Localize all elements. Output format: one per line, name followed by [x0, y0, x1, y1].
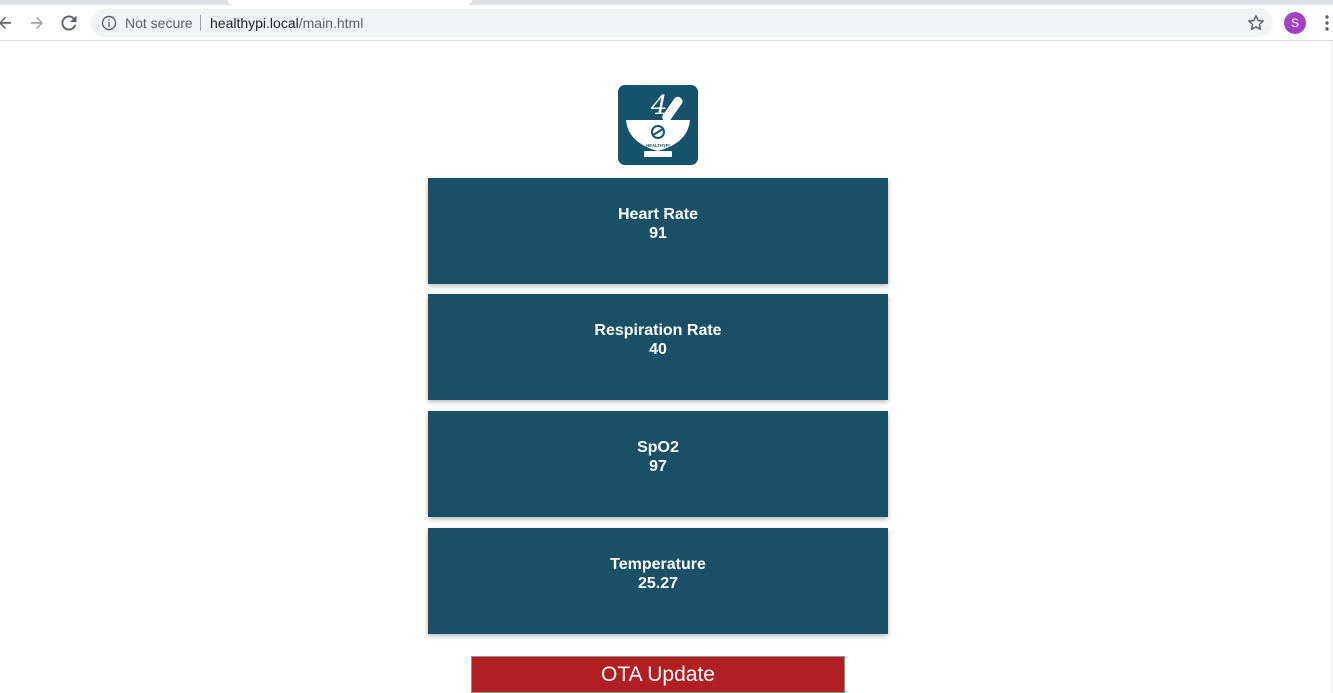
info-icon[interactable] — [101, 15, 117, 31]
logo-number: 4 — [650, 91, 668, 121]
spo2-label: SpO2 — [637, 439, 679, 456]
respiration-rate-label: Respiration Rate — [594, 322, 722, 339]
reload-icon — [61, 15, 77, 31]
arrow-left-icon — [0, 16, 11, 29]
spo2-value: 97 — [649, 458, 667, 475]
respiration-rate-value: 40 — [649, 341, 667, 358]
temperature-label: Temperature — [610, 556, 706, 573]
heart-rate-value: 91 — [649, 225, 667, 242]
profile-avatar[interactable]: S — [1284, 12, 1306, 34]
url-text[interactable]: healthypi.local/main.html — [210, 15, 363, 31]
security-label[interactable]: Not secure — [125, 15, 193, 31]
ota-update-button[interactable]: OTA Update — [471, 656, 845, 693]
logo-brand-text: HEALTHYPI — [646, 143, 669, 148]
back-button[interactable] — [0, 9, 19, 37]
address-bar[interactable]: Not secure healthypi.local/main.html — [91, 9, 1273, 37]
temperature-value: 25.27 — [637, 575, 679, 592]
url-host: healthypi.local — [210, 15, 299, 31]
bookmark-star-icon[interactable] — [1247, 14, 1265, 32]
heart-rate-card: Heart Rate 91 — [428, 178, 888, 284]
url-path: /main.html — [298, 15, 364, 31]
more-menu-icon[interactable] — [1318, 12, 1333, 34]
mortar-pestle-icon: 4 HEALTHYPI — [626, 91, 690, 157]
forward-button[interactable] — [23, 9, 51, 37]
spo2-card: SpO2 97 — [428, 411, 888, 517]
omnibox-separator — [200, 15, 201, 31]
healthypi-logo: 4 HEALTHYPI — [618, 85, 698, 165]
temperature-card: Temperature 25.27 — [428, 528, 888, 634]
arrow-right-icon — [31, 16, 43, 29]
respiration-rate-card: Respiration Rate 40 — [428, 294, 888, 400]
reload-button[interactable] — [55, 9, 83, 37]
heart-rate-label: Heart Rate — [617, 206, 699, 223]
browser-toolbar: Not secure healthypi.local/main.html S — [0, 5, 1333, 41]
